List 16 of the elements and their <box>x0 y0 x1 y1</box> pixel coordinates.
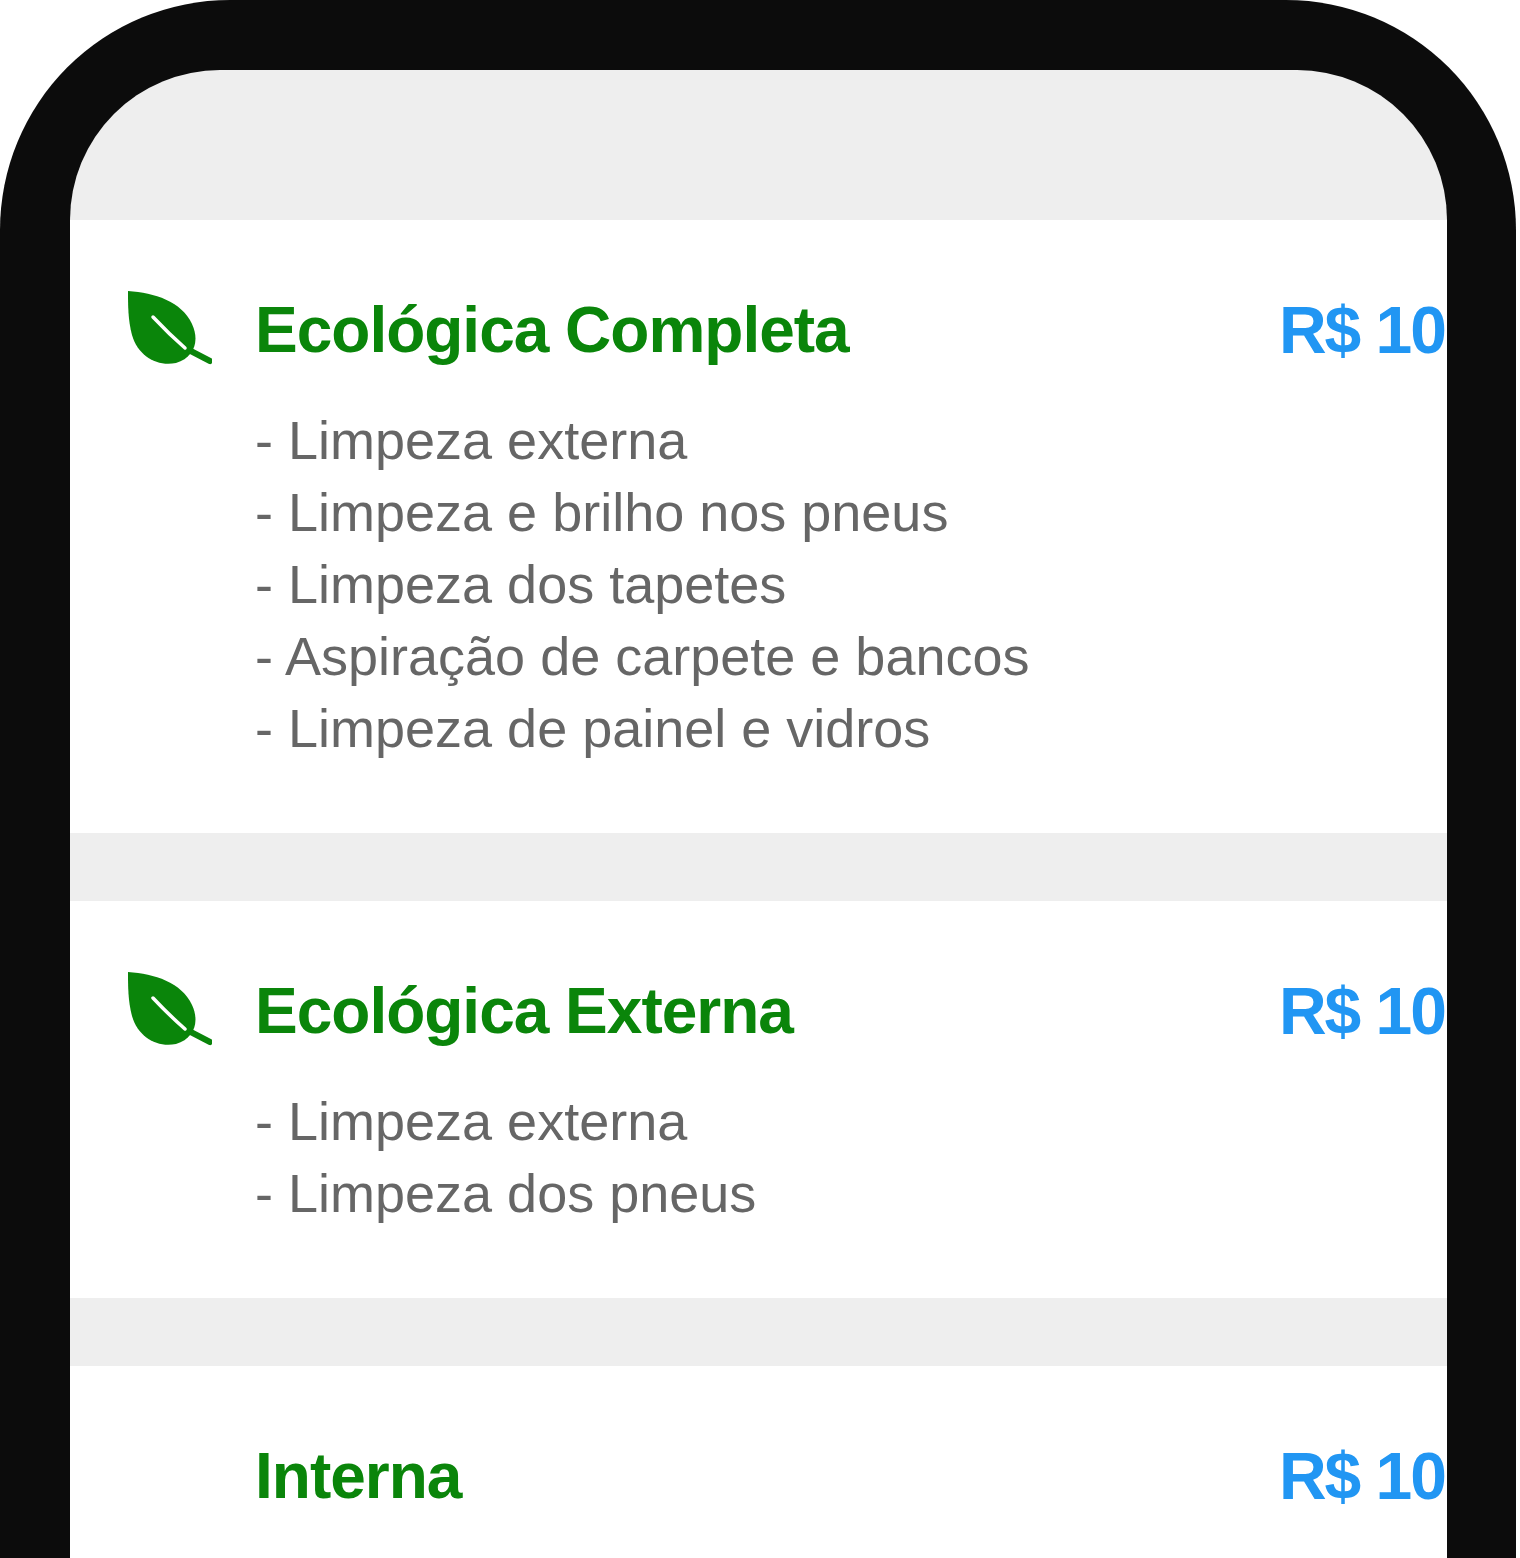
service-price: R$ 10 <box>1278 1438 1445 1515</box>
feature-item: - Aspiração de carpete e bancos <box>255 625 1031 688</box>
feature-item: - Limpeza e brilho nos pneus <box>255 481 950 544</box>
service-title: Ecológica Externa <box>255 974 793 1049</box>
feature-item: - Limpeza dos tapetes <box>255 553 788 616</box>
service-title: Interna <box>255 1439 462 1514</box>
feature-item: - Limpeza externa <box>255 409 689 472</box>
feature-item: - Limpeza dos pneus <box>255 1162 758 1225</box>
service-card[interactable]: Ecológica Externa R$ 10 - Limpeza externa - Limpeza dos pneus <box>70 901 1447 1298</box>
service-card[interactable]: Interna R$ 10 <box>70 1366 1447 1558</box>
service-title: Ecológica Completa <box>255 293 849 368</box>
feature-item: - Limpeza externa <box>255 1090 689 1153</box>
service-price: R$ 10 <box>1278 292 1445 369</box>
service-price: R$ 10 <box>1278 973 1445 1050</box>
feature-item: - Limpeza de painel e vidros <box>255 697 932 760</box>
service-card[interactable]: Ecológica Completa R$ 10 - Limpeza externa - Limpeza e brilho nos pneus - Limpeza dos tapetes - Aspiração de carpete e bancos - Limpeza de painel e vidros <box>70 220 1447 833</box>
